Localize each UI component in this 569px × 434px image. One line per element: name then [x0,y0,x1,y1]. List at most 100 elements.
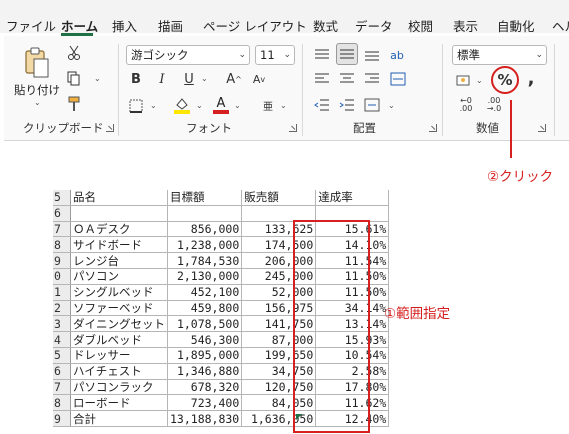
tab-file[interactable]: ファイル [6,16,56,35]
decrease-indent-icon[interactable] [312,96,332,114]
alignment-launcher-icon[interactable] [429,124,437,132]
increase-indent-icon[interactable] [337,96,357,114]
orientation-icon[interactable]: ab [387,45,407,65]
selected-range-outline [293,220,370,433]
target-amount-cell[interactable]: 2,130,000 [167,268,243,285]
target-amount-cell[interactable]: 723,400 [167,394,243,412]
row-number: 3 [53,315,71,333]
item-name-cell[interactable]: パソコン [70,268,168,285]
item-name-cell[interactable]: サイドボード [70,236,168,254]
underline-icon[interactable]: U [180,70,198,88]
item-name-cell[interactable]: レンジ台 [70,252,168,269]
font-name-select[interactable]: 游ゴシック ⌄ [126,45,250,65]
item-name-cell[interactable]: ダブルベッド [70,331,168,348]
item-name-cell[interactable]: ドレッサー [70,347,168,364]
copy-dropdown-chevron-icon[interactable]: ⌄ [94,74,101,83]
target-amount-cell[interactable]: 678,320 [167,379,243,396]
tab-view[interactable]: 表示 [453,16,478,35]
borders-dropdown-chevron-icon[interactable]: ⌄ [150,101,157,110]
font-launcher-icon[interactable] [289,124,297,132]
target-amount-cell[interactable]: 1,238,000 [167,236,243,254]
borders-icon[interactable] [128,98,144,114]
target-amount-cell[interactable]: 459,800 [167,300,243,317]
merge-dropdown-chevron-icon[interactable]: ⌄ [388,101,395,110]
copy-icon[interactable] [66,71,82,87]
target-amount-cell[interactable]: 1,346,880 [167,363,243,380]
wrap-text-icon[interactable] [388,70,408,88]
increase-decimal-icon[interactable]: ←0.00 [455,96,477,114]
cut-icon[interactable] [66,45,82,61]
tab-help[interactable]: ヘル [552,16,569,35]
merge-center-icon[interactable] [362,96,382,114]
tab-automate[interactable]: 自動化 [497,16,535,35]
row-number: 6 [53,363,71,380]
percent-highlight-circle [491,66,519,94]
tab-page-layout[interactable]: ページ レイアウト [203,16,307,35]
target-amount-cell[interactable]: 目標額 [167,190,243,206]
align-left-icon[interactable] [312,70,332,88]
target-amount-cell[interactable] [167,205,243,222]
row-number: 6 [53,205,71,222]
align-top-icon[interactable] [312,45,332,65]
phonetic-guide-icon[interactable]: 亜 [259,96,277,114]
decrease-decimal-icon[interactable]: .00 →.0 [483,96,505,114]
paste-label[interactable]: 貼り付け [14,82,60,98]
table-row[interactable]: 5 品名 目標額 販売額 達成率 [53,190,390,206]
sales-amount-cell[interactable]: 販売額 [241,190,317,206]
align-middle-icon[interactable] [336,43,358,65]
font-color-icon[interactable]: A [212,96,230,114]
item-name-cell[interactable]: 品名 [70,190,168,206]
achievement-rate-cell[interactable] [315,205,390,222]
increase-font-size-icon[interactable]: A ^ [225,70,243,88]
font-color-dropdown-chevron-icon[interactable]: ⌄ [234,101,241,110]
item-name-cell[interactable]: シングルベッド [70,284,168,301]
comma-style-icon[interactable]: , [524,68,538,89]
clipboard-launcher-icon[interactable] [106,124,114,132]
accounting-dropdown-chevron-icon[interactable]: ⌄ [476,76,483,85]
tab-data[interactable]: データ [355,16,393,35]
tab-review[interactable]: 校閲 [408,16,433,35]
target-amount-cell[interactable]: 1,078,500 [167,315,243,333]
phonetic-dropdown-chevron-icon[interactable]: ⌄ [280,101,287,110]
row-number: 7 [53,379,71,396]
align-bottom-icon[interactable] [362,45,382,65]
fill-color-dropdown-chevron-icon[interactable]: ⌄ [196,101,203,110]
tab-insert[interactable]: 挿入 [112,16,137,35]
paste-icon[interactable] [22,47,52,78]
target-amount-cell[interactable]: 546,300 [167,331,243,348]
bold-icon[interactable]: B [127,70,145,88]
fill-color-icon[interactable] [173,96,191,114]
number-format-select[interactable]: 標準 ⌄ [452,45,547,65]
tab-draw[interactable]: 描画 [158,16,183,35]
row-number: 8 [53,394,71,412]
item-name-cell[interactable]: ローボード [70,394,168,412]
format-painter-icon[interactable] [66,96,82,112]
tab-formulas[interactable]: 数式 [313,16,338,35]
item-name-cell[interactable]: ダイニングセット [70,315,168,333]
align-center-icon[interactable] [337,70,357,88]
target-amount-cell[interactable]: 13,188,830 [167,410,243,427]
target-amount-cell[interactable]: 1,784,530 [167,252,243,269]
item-name-cell[interactable] [70,205,168,222]
decrease-font-size-icon[interactable]: Av [250,70,268,88]
target-amount-cell[interactable]: 452,100 [167,284,243,301]
accounting-format-icon[interactable] [455,72,473,88]
sales-amount-cell[interactable] [241,205,317,222]
item-name-cell[interactable]: ハイチェスト [70,363,168,380]
table-row[interactable]: 6 [53,205,390,222]
italic-icon[interactable]: I [153,70,171,88]
align-right-icon[interactable] [362,70,382,88]
underline-dropdown-chevron-icon[interactable]: ⌄ [201,74,208,83]
separator [302,44,303,136]
item-name-cell[interactable]: ＯＡデスク [70,221,168,238]
font-size-select[interactable]: 11 ⌄ [255,45,295,65]
item-name-cell[interactable]: ソファーベッド [70,300,168,317]
achievement-rate-cell[interactable]: 達成率 [315,190,390,206]
number-launcher-icon[interactable] [538,124,546,132]
separator [118,44,119,136]
paste-dropdown-chevron-icon[interactable]: ⌄ [34,98,41,107]
item-name-cell[interactable]: 合計 [70,410,168,427]
item-name-cell[interactable]: パソコンラック [70,379,168,396]
target-amount-cell[interactable]: 856,000 [167,221,243,238]
target-amount-cell[interactable]: 1,895,000 [167,347,243,364]
